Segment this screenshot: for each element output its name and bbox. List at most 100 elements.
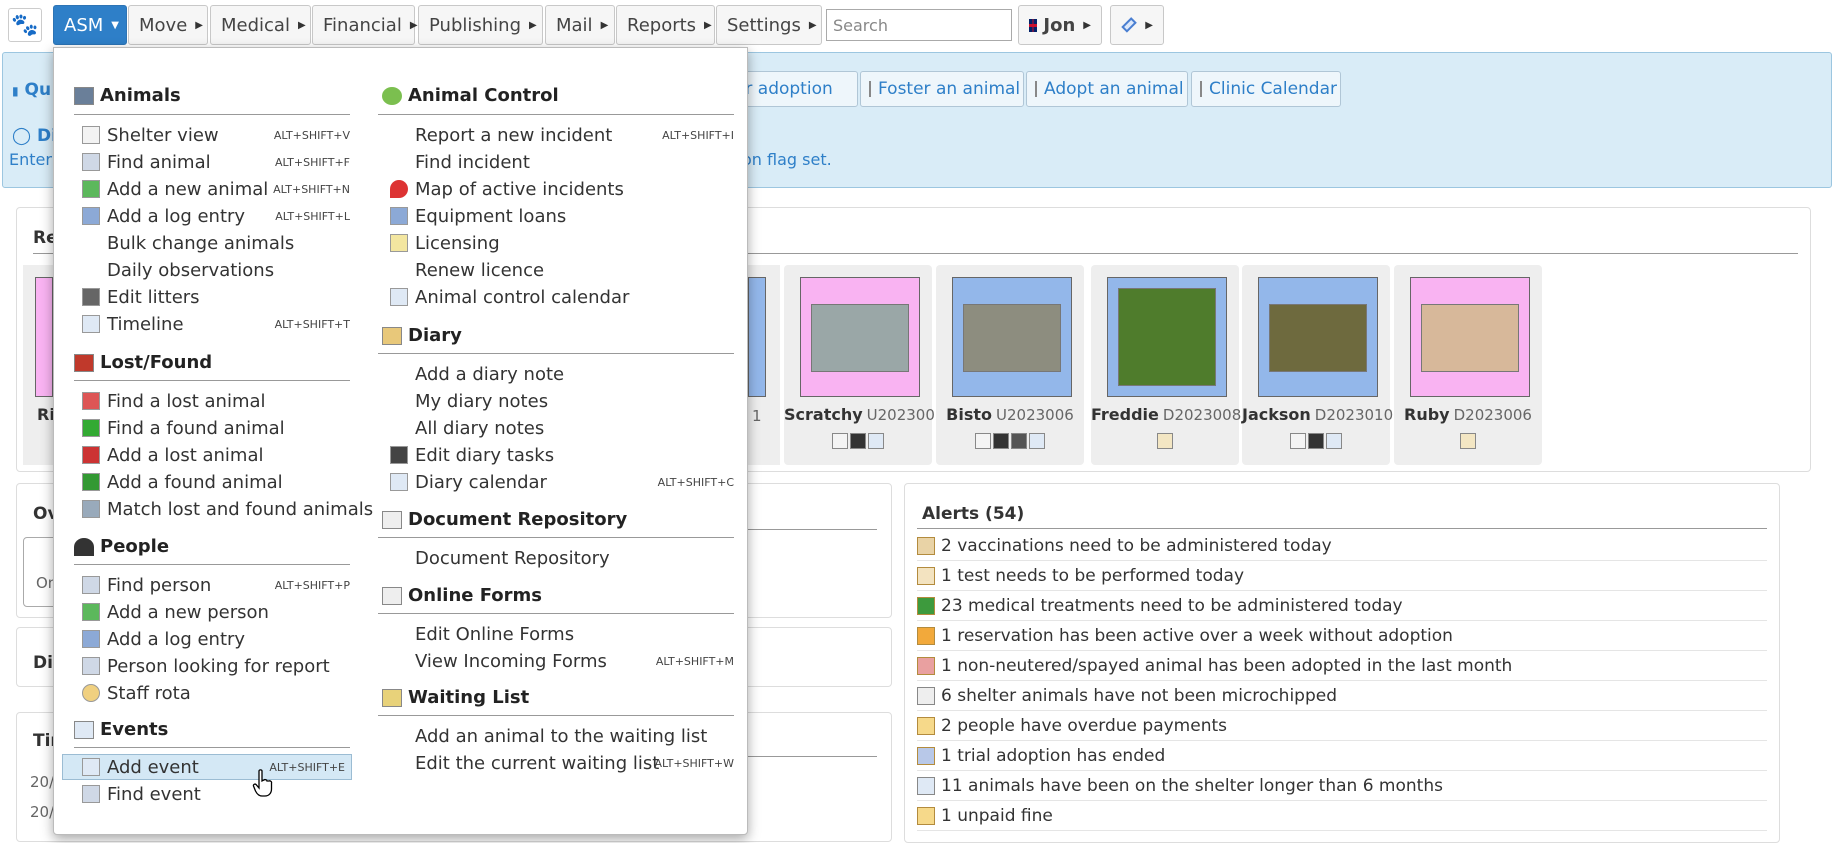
quicklinks-heading-text: Qu [24,80,52,100]
menu-item-add-log-entry[interactable]: Add a log entry ALT+SHIFT+L [82,203,350,229]
alert-row[interactable]: 1 unpaid fine [917,801,1767,831]
animal-card[interactable]: Freddie D2023008 [1091,265,1241,465]
menu-item-view-incoming-forms[interactable]: View Incoming Forms ALT+SHIFT+M [390,648,734,674]
menu-reports-label: Reports [627,14,697,36]
menu-item-label: Bulk change animals [107,232,295,254]
blank-icon [390,549,408,567]
menu-item-timeline[interactable]: Timeline ALT+SHIFT+T [82,311,350,337]
menu-item-add-person[interactable]: Add a new person [82,599,350,625]
person-icon [74,537,94,556]
menu-reports[interactable]: Reports ▶ [616,5,715,45]
menu-item-add-to-waiting-list[interactable]: Add an animal to the waiting list [390,723,734,749]
alerts-panel: Alerts (54) 2 vaccinations need to be ad… [904,483,1780,843]
menu-item-label: Diary calendar [415,471,547,493]
alert-row[interactable]: 1 reservation has been active over a wee… [917,621,1767,651]
menu-item-document-repository[interactable]: Document Repository [390,545,734,571]
calendar-icon [82,315,100,333]
animal-card-partial[interactable]: Ri [23,265,55,465]
menu-item-find-found[interactable]: Find a found animal [82,415,350,441]
divider [378,353,734,354]
person-icon [1308,433,1324,449]
paw-logo-icon[interactable]: 🐾 [8,8,42,42]
menu-item-edit-diary-tasks[interactable]: Edit diary tasks [390,442,734,468]
animal-label: Bisto U2023006 [936,405,1084,424]
quicklink-adopt[interactable]: Adopt an animal [1026,71,1188,107]
menu-item-label: Add a lost animal [107,444,264,466]
alert-row[interactable]: 11 animals have been on the shelter long… [917,771,1767,801]
menu-item-licensing[interactable]: Licensing [390,230,734,256]
alert-row[interactable]: 1 non-neutered/spayed animal has been ad… [917,651,1767,681]
menu-item-all-diary-notes[interactable]: All diary notes [390,415,734,441]
menu-item-edit-litters[interactable]: Edit litters [82,284,350,310]
menu-item-renew-licence[interactable]: Renew licence [390,257,734,283]
menu-item-label: Timeline [107,313,184,335]
menu-move[interactable]: Move ▶ [128,5,208,45]
menu-item-shelter-view[interactable]: Shelter view ALT+SHIFT+V [82,122,350,148]
search-input[interactable] [826,9,1012,41]
person-icon [869,81,871,97]
menu-item-add-animal[interactable]: Add a new animal ALT+SHIFT+N [82,176,350,202]
menu-item-find-lost[interactable]: Find a lost animal [82,388,350,414]
alert-text: 1 test needs to be performed today [941,565,1245,586]
menu-financial[interactable]: Financial ▶ [312,5,418,45]
menu-item-label: Find incident [415,151,530,173]
document-icon [382,510,402,529]
menu-item-label: Find event [107,783,201,805]
animal-card[interactable]: Jackson D2023010 [1242,265,1394,465]
menu-item-find-event[interactable]: Find event [82,781,350,807]
menu-item-incident-map[interactable]: Map of active incidents [390,176,734,202]
menu-item-add-event[interactable]: Add event ALT+SHIFT+E [62,754,352,780]
menu-item-match-lost-found[interactable]: Match lost and found animals [82,496,373,522]
animal-card[interactable]: Bisto U2023006 [936,265,1084,465]
animal-card[interactable]: Ruby D2023006 [1394,265,1542,465]
animal-card[interactable]: Scratchy U2023002 [784,265,944,465]
menu-item-person-looking-for[interactable]: Person looking for report [82,653,350,679]
menu-item-daily-observations[interactable]: Daily observations [82,257,350,283]
menu-item-edit-waiting-list[interactable]: Edit the current waiting list ALT+SHIFT+W [390,750,734,776]
user-menu[interactable]: Jon ▶ [1018,5,1102,45]
blank-icon [390,419,408,437]
menu-item-equipment-loans[interactable]: Equipment loans [390,203,734,229]
menu-item-person-log[interactable]: Add a log entry [82,626,350,652]
menu-item-diary-calendar[interactable]: Diary calendar ALT+SHIFT+C [390,469,734,495]
alert-row[interactable]: 1 test needs to be performed today [917,561,1767,591]
alert-row[interactable]: 6 shelter animals have not been microchi… [917,681,1767,711]
add-found-icon [82,473,100,491]
menu-mail[interactable]: Mail ▶ [545,5,615,45]
alert-row[interactable]: 1 trial adoption has ended [917,741,1767,771]
lost-animal-icon [82,392,100,410]
menu-publishing[interactable]: Publishing ▶ [418,5,543,45]
section-animals: Animals [74,85,181,106]
menu-item-find-incident[interactable]: Find incident [390,149,734,175]
menu-item-add-lost[interactable]: Add a lost animal [82,442,350,468]
menu-item-staff-rota[interactable]: Staff rota [82,680,350,706]
person-icon [1157,433,1173,449]
alert-row[interactable]: 2 people have overdue payments [917,711,1767,741]
help-menu[interactable]: ▶ [1110,5,1164,45]
menu-item-add-found[interactable]: Add a found animal [82,469,350,495]
animal-code: D2023010 [1314,406,1394,424]
menu-item-bulk-change[interactable]: Bulk change animals [82,230,350,256]
blank-icon [390,153,408,171]
menu-item-find-person[interactable]: Find person ALT+SHIFT+P [82,572,350,598]
quicklink-clinic-calendar[interactable]: Clinic Calendar [1191,71,1341,107]
menu-item-add-diary-note[interactable]: Add a diary note [390,361,734,387]
menu-item-control-calendar[interactable]: Animal control calendar [390,284,734,310]
blank-icon [390,126,408,144]
alert-row[interactable]: 2 vaccinations need to be administered t… [917,531,1767,561]
menu-asm[interactable]: ASM ▼ [53,5,127,45]
asm-dropdown-menu: Animals Shelter view ALT+SHIFT+V Find ani… [53,47,748,835]
menu-item-label: Staff rota [107,682,191,704]
menu-settings[interactable]: Settings ▶ [716,5,822,45]
caret-right-icon: ▶ [1083,19,1091,31]
menu-settings-label: Settings [727,14,801,36]
menu-item-edit-online-forms[interactable]: Edit Online Forms [390,621,734,647]
menu-item-find-animal[interactable]: Find animal ALT+SHIFT+F [82,149,350,175]
menu-item-report-incident[interactable]: Report a new incident ALT+SHIFT+I [390,122,734,148]
menu-item-my-diary-notes[interactable]: My diary notes [390,388,734,414]
alert-row[interactable]: 23 medical treatments need to be adminis… [917,591,1767,621]
animal-card-partial[interactable]: 1 [748,265,780,465]
uk-flag-icon [1029,18,1038,32]
quicklink-foster[interactable]: Foster an animal [860,71,1024,107]
menu-medical[interactable]: Medical ▶ [210,5,311,45]
